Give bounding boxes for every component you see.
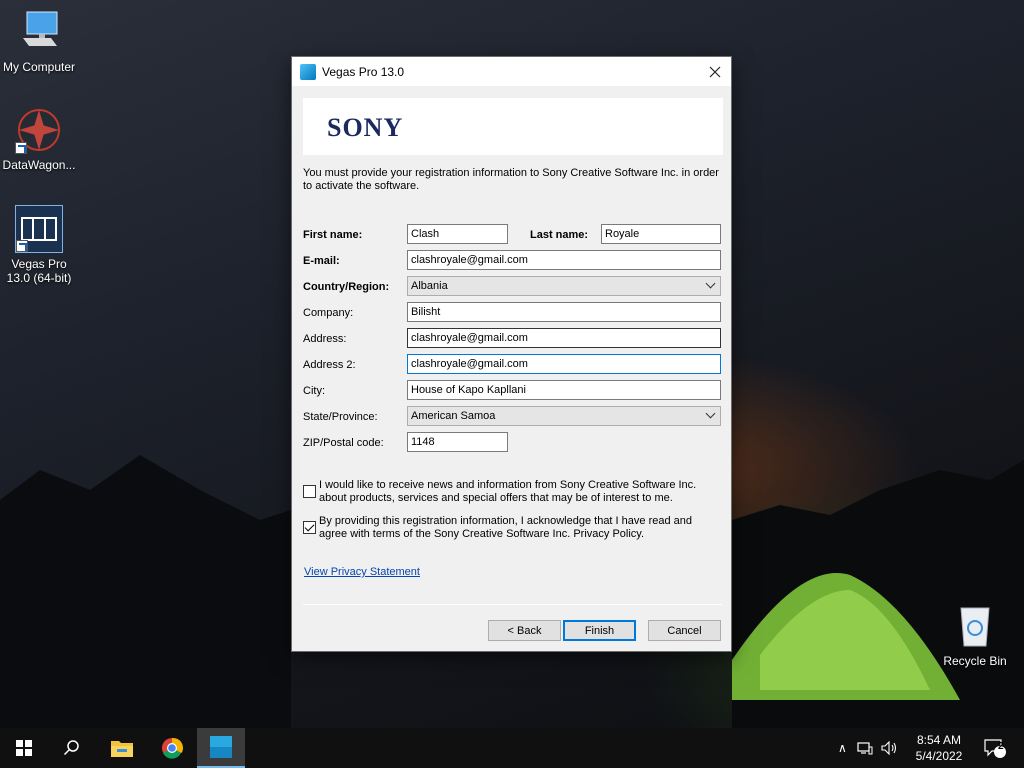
start-icon: [16, 740, 32, 756]
desktop-icon-vegas-pro[interactable]: Vegas Pro 13.0 (64-bit): [0, 205, 78, 285]
privacy-checkbox-label: By providing this registration informati…: [319, 515, 692, 540]
zip-input[interactable]: 1148: [407, 432, 508, 452]
news-checkbox-label: I would like to receive news and informa…: [319, 479, 697, 504]
computer-icon: [15, 8, 63, 56]
datawagon-icon: [15, 106, 63, 154]
chevron-down-icon: [705, 278, 716, 289]
dialog-titlebar[interactable]: Vegas Pro 13.0: [292, 57, 731, 86]
last-name-input[interactable]: Royale: [601, 224, 721, 244]
shortcut-arrow-icon: [16, 240, 28, 252]
vegas-pro-app-icon: [300, 63, 316, 80]
sony-banner: SONY: [303, 98, 723, 155]
company-input[interactable]: Bilisht: [407, 302, 721, 322]
intro-text: You must provide your registration infor…: [303, 167, 719, 192]
dialog-title: Vegas Pro 13.0: [322, 64, 405, 79]
taskbar: ∧ 8:54 AM 5/4/2022 2: [0, 728, 1024, 768]
state-select[interactable]: American Samoa: [407, 406, 721, 426]
email-input[interactable]: clashroyale@gmail.com: [407, 250, 721, 270]
button-separator: [303, 604, 722, 605]
notification-center-button[interactable]: 2: [984, 728, 1006, 768]
country-label: Country/Region:: [303, 281, 390, 293]
notification-count: 2: [998, 741, 1004, 752]
cancel-button[interactable]: Cancel: [648, 620, 721, 641]
clock-date: 5/4/2022: [915, 749, 963, 763]
state-value: American Samoa: [411, 410, 496, 422]
privacy-checkbox[interactable]: [303, 521, 316, 534]
chrome-button[interactable]: [148, 728, 196, 768]
address-label: Address:: [303, 333, 347, 345]
clock-time: 8:54 AM: [916, 733, 962, 747]
desktop-icon-datawagon[interactable]: DataWagon...: [0, 106, 78, 172]
address2-input[interactable]: clashroyale@gmail.com: [407, 354, 721, 374]
chevron-down-icon: [705, 408, 716, 419]
taskbar-clock[interactable]: 8:54 AM 5/4/2022: [904, 732, 974, 764]
desktop-icon-label: DataWagon...: [2, 158, 76, 172]
first-name-label: First name:: [303, 229, 363, 241]
sony-logo: SONY: [327, 113, 404, 142]
registration-dialog: Vegas Pro 13.0 SONY You must provide you…: [291, 56, 732, 652]
chevron-up-icon[interactable]: ∧: [838, 741, 847, 755]
news-checkbox[interactable]: [303, 485, 316, 498]
state-label: State/Province:: [303, 411, 378, 423]
desktop-icon-label-line1: Vegas Pro: [11, 257, 67, 271]
address-input[interactable]: clashroyale@gmail.com: [407, 328, 721, 348]
vegas-pro-taskbar-button[interactable]: [197, 728, 245, 768]
file-explorer-button[interactable]: [98, 728, 146, 768]
country-select[interactable]: Albania: [407, 276, 721, 296]
zip-label: ZIP/Postal code:: [303, 437, 384, 449]
privacy-checkbox-row[interactable]: By providing this registration informati…: [303, 515, 723, 541]
country-value: Albania: [411, 280, 448, 292]
address2-label: Address 2:: [303, 359, 356, 371]
close-icon: [709, 66, 721, 77]
start-button[interactable]: [0, 728, 48, 768]
privacy-statement-link[interactable]: View Privacy Statement: [304, 566, 420, 578]
shortcut-arrow-icon: [15, 142, 27, 154]
news-checkbox-row[interactable]: I would like to receive news and informa…: [303, 479, 723, 505]
desktop-icon-label: Recycle Bin: [943, 654, 1007, 668]
desktop-icon-my-computer[interactable]: My Computer: [0, 8, 78, 74]
recycle-bin-icon: [951, 602, 999, 650]
file-explorer-icon: [111, 741, 133, 757]
vegas-pro-icon: [210, 736, 232, 758]
email-label: E-mail:: [303, 255, 340, 267]
system-tray: ∧: [838, 728, 899, 768]
chrome-icon: [162, 737, 183, 759]
desktop-icon-label-line2: 13.0 (64-bit): [6, 271, 72, 285]
desktop-icon-label: My Computer: [2, 60, 76, 74]
network-icon[interactable]: [857, 741, 873, 755]
city-input[interactable]: House of Kapo Kapllani: [407, 380, 721, 400]
last-name-label: Last name:: [530, 229, 589, 241]
vegas-pro-icon: [15, 205, 63, 253]
volume-icon[interactable]: [881, 741, 899, 755]
desktop-icon-recycle-bin[interactable]: Recycle Bin: [936, 602, 1014, 668]
first-name-input[interactable]: Clash: [407, 224, 508, 244]
search-icon: [63, 740, 79, 756]
city-label: City:: [303, 385, 325, 397]
company-label: Company:: [303, 307, 354, 319]
close-button[interactable]: [699, 57, 731, 86]
finish-button[interactable]: Finish: [563, 620, 636, 641]
search-button[interactable]: [48, 728, 96, 768]
back-button[interactable]: < Back: [488, 620, 561, 641]
